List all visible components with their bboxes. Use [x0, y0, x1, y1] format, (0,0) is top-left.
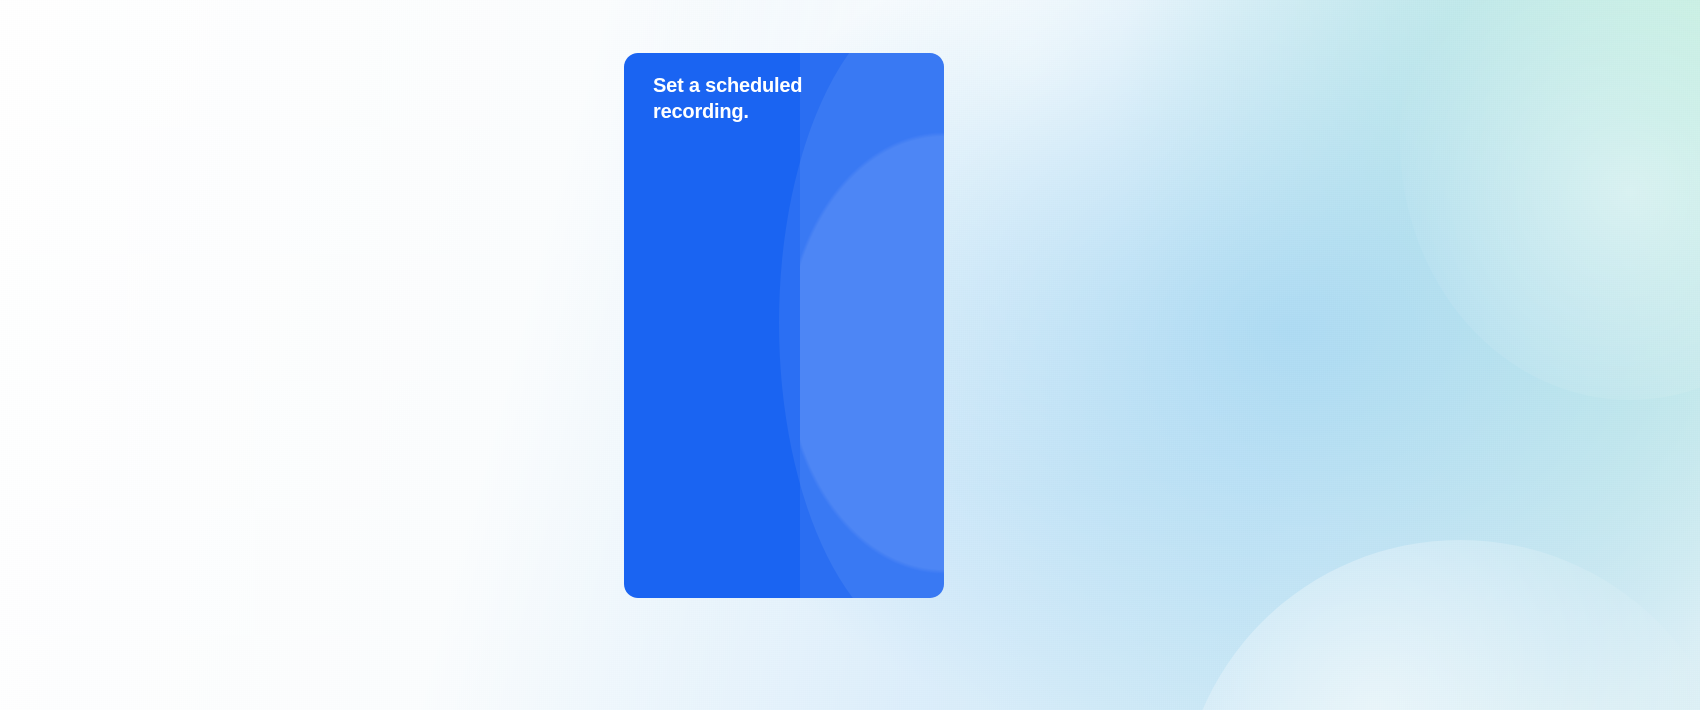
hero-card: Set a scheduled recording.: [624, 53, 944, 598]
background-swoosh-1: [1180, 540, 1700, 710]
background-swoosh-2: [1400, 0, 1700, 400]
page-root: Set a scheduled recording.: [0, 0, 1700, 710]
hero-wedge-decoration: [624, 53, 944, 598]
hero-title: Set a scheduled recording.: [653, 75, 803, 124]
